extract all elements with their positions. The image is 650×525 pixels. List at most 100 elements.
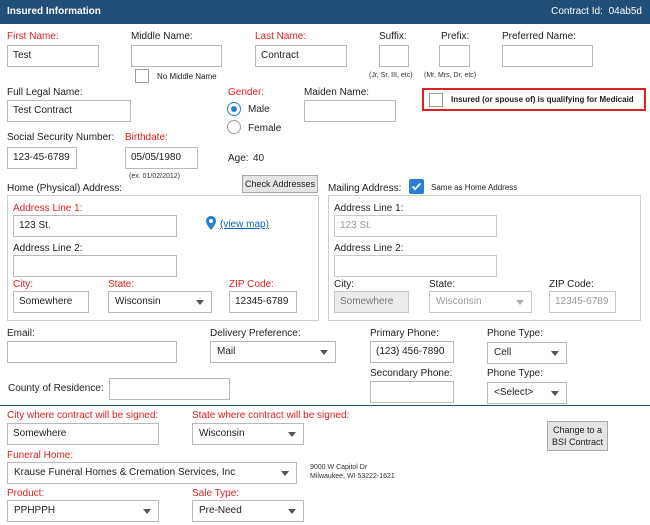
suffix-label: Suffix:	[379, 31, 407, 42]
state-signed-select[interactable]: Wisconsin	[192, 423, 304, 445]
mailing-line1-label: Address Line 1:	[334, 203, 404, 214]
map-pin-icon[interactable]	[206, 216, 216, 230]
gender-male-radio[interactable]	[227, 102, 241, 116]
chevron-down-icon	[544, 343, 566, 363]
birthdate-field[interactable]: 05/05/1980	[125, 147, 198, 169]
secondary-phone-field[interactable]	[370, 381, 454, 403]
home-zip-field[interactable]: 12345-6789	[229, 291, 297, 313]
home-state-label: State:	[108, 279, 135, 290]
city-signed-field[interactable]: Somewhere	[7, 423, 159, 445]
mailing-city-field: Somewhere	[334, 291, 409, 313]
prefix-label: Prefix:	[441, 31, 470, 42]
mailing-line1-field: 123 St.	[334, 215, 497, 237]
middle-name-field[interactable]	[131, 45, 222, 67]
phone-type-label: Phone Type:	[487, 328, 543, 339]
change-bsi-button-line2: BSI Contract	[551, 437, 604, 447]
gender-female-radio[interactable]	[227, 120, 241, 134]
ssn-field[interactable]: 123-45-6789	[7, 147, 77, 169]
age-value: 40	[253, 153, 265, 164]
funeral-home-value: Krause Funeral Homes & Cremation Service…	[14, 467, 236, 478]
home-line2-field[interactable]	[13, 255, 177, 277]
home-line2-label: Address Line 2:	[13, 243, 83, 254]
maiden-name-label: Maiden Name:	[304, 87, 370, 98]
last-name-field[interactable]: Contract	[255, 45, 347, 67]
mailing-line2-field	[334, 255, 497, 277]
county-label: County of Residence:	[8, 383, 104, 394]
mailing-line2-label: Address Line 2:	[334, 243, 404, 254]
sale-type-value: Pre-Need	[199, 505, 242, 516]
mailing-state-value: Wisconsin	[436, 296, 482, 307]
home-line1-field[interactable]: 123 St.	[13, 215, 177, 237]
phone-type2-select[interactable]: <Select>	[487, 382, 567, 404]
checkmark-icon	[411, 182, 422, 191]
mailing-zip-field: 12345-6789	[549, 291, 616, 313]
delivery-preference-label: Delivery Preference:	[210, 328, 301, 339]
legal-name-field[interactable]: Test Contract	[7, 100, 131, 122]
age-label: Age:	[228, 153, 249, 164]
chevron-down-icon	[313, 342, 335, 362]
contract-id-label: Contract Id:	[551, 6, 603, 17]
no-middle-name-label: No Middle Name	[157, 72, 217, 81]
preferred-name-label: Preferred Name:	[502, 31, 576, 42]
secondary-phone-label: Secondary Phone:	[370, 368, 453, 379]
birthdate-hint: (ex. 01/02/2012)	[129, 173, 180, 180]
mailing-zip-label: ZIP Code:	[549, 279, 594, 290]
first-name-label: First Name:	[7, 31, 59, 42]
home-state-select[interactable]: Wisconsin	[108, 291, 212, 313]
mailing-address-title: Mailing Address:	[328, 183, 402, 194]
funeral-home-address-line1: 9000 W Capitol Dr	[310, 464, 368, 471]
product-select[interactable]: PPHPPH	[7, 500, 159, 522]
contract-id: Contract Id: 04ab5d	[551, 6, 642, 17]
primary-phone-label: Primary Phone:	[370, 328, 439, 339]
medicaid-box[interactable]: Insured (or spouse of) is qualifying for…	[422, 88, 646, 111]
sale-type-select[interactable]: Pre-Need	[192, 500, 304, 522]
section-title: Insured Information	[7, 6, 101, 17]
medicaid-checkbox[interactable]	[429, 93, 443, 107]
product-label: Product:	[7, 488, 45, 499]
last-name-label: Last Name:	[255, 31, 307, 42]
chevron-down-icon	[281, 501, 303, 521]
gender-female-label: Female	[248, 123, 282, 134]
chevron-down-icon	[274, 463, 296, 483]
email-field[interactable]	[7, 341, 177, 363]
gender-male-label: Male	[248, 104, 270, 115]
delivery-preference-select[interactable]: Mail	[210, 341, 336, 363]
county-field[interactable]	[109, 378, 230, 400]
change-bsi-contract-button[interactable]: Change to a BSI Contract	[547, 421, 608, 451]
state-signed-label: State where contract will be signed:	[192, 410, 350, 421]
phone-type2-value: <Select>	[494, 387, 534, 398]
mailing-city-label: City:	[334, 279, 354, 290]
home-state-value: Wisconsin	[115, 296, 161, 307]
funeral-home-select[interactable]: Krause Funeral Homes & Cremation Service…	[7, 462, 297, 484]
phone-type-select[interactable]: Cell	[487, 342, 567, 364]
maiden-name-field[interactable]	[304, 100, 396, 122]
section-header: Insured Information Contract Id: 04ab5d	[0, 0, 650, 24]
suffix-field[interactable]	[379, 45, 409, 67]
prefix-field[interactable]	[439, 45, 470, 67]
first-name-field[interactable]: Test	[7, 45, 99, 67]
medicaid-label: Insured (or spouse of) is qualifying for…	[451, 95, 634, 104]
home-city-field[interactable]: Somewhere	[13, 291, 89, 313]
mailing-state-select: Wisconsin	[429, 291, 532, 313]
home-city-label: City:	[13, 279, 33, 290]
same-as-home-checkbox[interactable]	[409, 179, 424, 194]
sale-type-label: Sale Type:	[192, 488, 240, 499]
section-divider	[0, 405, 650, 406]
prefix-hint: (Mr, Mrs, Dr, etc)	[424, 72, 477, 79]
gender-label: Gender:	[228, 87, 265, 98]
chevron-down-icon	[189, 292, 211, 312]
legal-name-label: Full Legal Name:	[7, 87, 83, 98]
view-map-link[interactable]: (view map)	[220, 219, 269, 230]
no-middle-name-checkbox[interactable]	[135, 69, 149, 83]
contract-id-value: 04ab5d	[608, 6, 642, 17]
home-address-title: Home (Physical) Address:	[7, 183, 123, 194]
chevron-down-icon	[281, 424, 303, 444]
primary-phone-field[interactable]: (123) 456-7890	[370, 341, 454, 363]
email-label: Email:	[7, 328, 35, 339]
check-addresses-button[interactable]: Check Addresses	[242, 175, 318, 193]
ssn-label: Social Security Number:	[7, 132, 115, 143]
home-zip-label: ZIP Code:	[229, 279, 274, 290]
funeral-home-label: Funeral Home:	[7, 450, 74, 461]
product-value: PPHPPH	[14, 505, 56, 516]
preferred-name-field[interactable]	[502, 45, 593, 67]
